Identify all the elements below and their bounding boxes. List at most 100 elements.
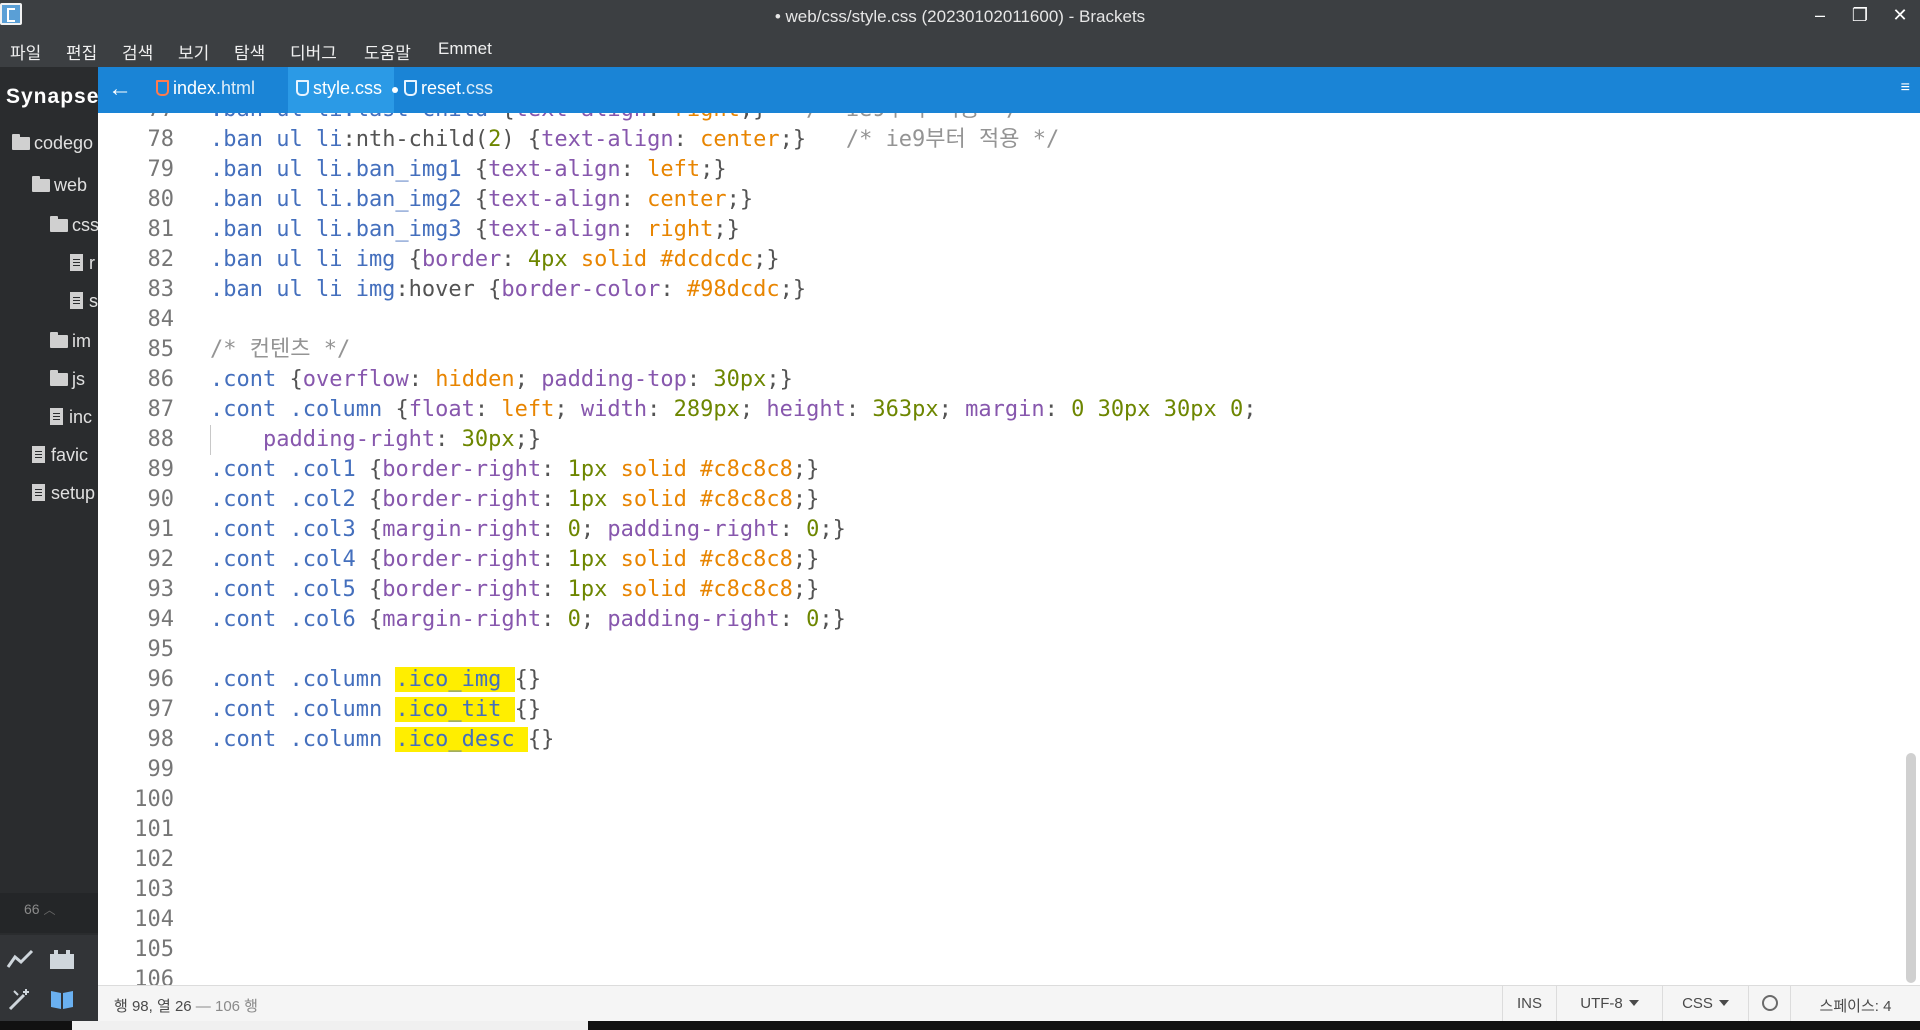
code-line[interactable]: 95 xyxy=(98,635,1888,665)
code-line[interactable]: 102 xyxy=(98,845,1888,875)
tree-file-setup[interactable]: setup xyxy=(32,483,95,504)
code-line[interactable]: 86 .cont {overflow: hidden; padding-top: … xyxy=(98,365,1888,395)
line-number: 103 xyxy=(134,877,174,902)
menu-file[interactable]: 파일 xyxy=(10,39,41,64)
code-line[interactable]: 82 .ban ul li img {border: 4px solid #dcd… xyxy=(98,245,1888,275)
indent-setting[interactable]: 스페이스: 4 xyxy=(1790,986,1920,1022)
code-line[interactable]: 77 .ban ul li:last-child {text-align: rig… xyxy=(98,113,1888,125)
back-arrow-icon[interactable]: ← xyxy=(108,75,132,103)
line-number: 83 xyxy=(147,277,175,302)
restore-button[interactable]: ❐ xyxy=(1842,2,1878,30)
code-line[interactable]: 96 .cont .column .ico_img {} xyxy=(98,665,1888,695)
vertical-scrollbar[interactable] xyxy=(1906,753,1916,983)
menu-view[interactable]: 보기 xyxy=(178,39,209,64)
tree-folder-web[interactable]: web xyxy=(32,175,87,196)
code-token: : xyxy=(686,367,714,392)
code-token: border-right xyxy=(382,547,542,572)
tree-file-favicon[interactable]: favic xyxy=(32,445,88,466)
live-preview-chart-icon[interactable] xyxy=(6,947,34,971)
code-line[interactable]: 80 .ban ul li.ban_img2 {text-align: cente… xyxy=(98,185,1888,215)
encoding-select[interactable]: UTF-8 xyxy=(1556,986,1662,1022)
code-line[interactable]: 79 .ban ul li.ban_img1 {text-align: left;… xyxy=(98,155,1888,185)
code-token: { xyxy=(289,367,303,392)
tree-folder-codego[interactable]: codego xyxy=(12,133,93,154)
code-token: left xyxy=(501,397,555,422)
menu-emmet[interactable]: Emmet xyxy=(438,39,492,59)
tab-menu-icon[interactable]: ≡ xyxy=(1901,79,1910,97)
code-line[interactable]: 98 .cont .column .ico_desc {} xyxy=(98,725,1888,755)
code-line[interactable]: 104 xyxy=(98,905,1888,935)
code-line[interactable]: 106 xyxy=(98,965,1888,985)
search-highlight: .ico_tit xyxy=(395,697,515,722)
extension-manager-icon[interactable] xyxy=(48,947,76,971)
code-token: border-right xyxy=(382,487,542,512)
code-line[interactable]: 99 xyxy=(98,755,1888,785)
code-line[interactable]: 83 .ban ul li img:hover {border-color: #9… xyxy=(98,275,1888,305)
code-token: ; xyxy=(1243,397,1257,422)
code-token: ; xyxy=(580,517,608,542)
tab-index-html[interactable]: index.html xyxy=(150,67,286,113)
code-token: : xyxy=(501,247,528,272)
tree-file-reset[interactable]: r xyxy=(70,253,95,274)
code-line[interactable]: 84 xyxy=(98,305,1888,335)
insert-mode-toggle[interactable]: INS xyxy=(1502,986,1556,1022)
code-line[interactable]: 100 xyxy=(98,785,1888,815)
code-line[interactable]: 94 .cont .col6 {margin-right: 0; padding-… xyxy=(98,605,1888,635)
menu-search[interactable]: 검색 xyxy=(122,39,153,64)
cursor-position[interactable]: 행 98, 열 26 — 106 행 xyxy=(114,995,258,1016)
tab-style-css[interactable]: style.css xyxy=(288,67,399,113)
menu-help[interactable]: 도움말 xyxy=(364,39,411,64)
code-line[interactable]: 89 .cont .col1 {border-right: 1px solid #… xyxy=(98,455,1888,485)
code-token: : xyxy=(660,277,687,302)
code-line[interactable]: 92 .cont .col4 {border-right: 1px solid #… xyxy=(98,545,1888,575)
code-line[interactable]: 78 .ban ul li:nth-child(2) {text-align: c… xyxy=(98,125,1888,155)
code-line[interactable]: 103 xyxy=(98,875,1888,905)
code-line[interactable]: 87 .cont .column {float: left; width: 289… xyxy=(98,395,1888,425)
code-token: ;} xyxy=(726,187,754,212)
code-line[interactable]: 91 .cont .col3 {margin-right: 0; padding-… xyxy=(98,515,1888,545)
code-line[interactable]: 85 /* 컨텐츠 */ xyxy=(98,335,1888,365)
minimize-button[interactable]: – xyxy=(1802,2,1838,30)
project-title[interactable]: Synapse xyxy=(6,85,98,109)
window-title: • web/css/style.css (20230102011600) - B… xyxy=(774,7,1146,26)
tree-file-index[interactable]: inc xyxy=(50,407,92,428)
code-token: ;} xyxy=(514,427,542,452)
tree-folder-images[interactable]: im xyxy=(50,331,91,352)
menu-edit[interactable]: 편집 xyxy=(66,39,97,64)
magic-wand-icon[interactable] xyxy=(6,987,34,1011)
code-token: border-right xyxy=(382,457,542,482)
code-line[interactable]: 93 .cont .col5 {border-right: 1px solid #… xyxy=(98,575,1888,605)
code-line[interactable]: 90 .cont .col2 {border-right: 1px solid #… xyxy=(98,485,1888,515)
close-button[interactable]: ✕ xyxy=(1882,2,1918,30)
menu-debug[interactable]: 디버그 xyxy=(290,39,337,64)
book-icon[interactable] xyxy=(48,987,76,1011)
code-line[interactable]: 101 xyxy=(98,815,1888,845)
tree-label: s xyxy=(89,291,98,311)
code-line[interactable]: 81 .ban ul li.ban_img3 {text-align: right… xyxy=(98,215,1888,245)
code-token: border xyxy=(421,247,502,272)
line-number: 86 xyxy=(147,367,175,392)
code-text: .ban ul li img:hover {border-color: #98d… xyxy=(210,275,806,305)
extension-count[interactable]: 66 ︿ xyxy=(24,901,55,918)
code-line[interactable]: 88 padding-right: 30px;} xyxy=(98,425,1888,455)
tree-folder-css[interactable]: css xyxy=(50,215,98,236)
tab-bar: ← index.html style.css reset.css ≡ xyxy=(98,67,1920,113)
code-text: .ban ul li:nth-child(2) {text-align: cen… xyxy=(210,125,1059,155)
lint-status[interactable] xyxy=(1748,986,1790,1022)
tab-reset-css[interactable]: reset.css xyxy=(398,67,508,113)
code-token: #c8c8c8 xyxy=(700,487,793,512)
menu-navigate[interactable]: 탐색 xyxy=(234,39,265,64)
code-editor[interactable]: 77.ban ul li:last-child {text-align: rig… xyxy=(98,113,1920,985)
tree-folder-js[interactable]: js xyxy=(50,369,85,390)
code-line[interactable]: 105 xyxy=(98,935,1888,965)
line-number: 90 xyxy=(147,487,175,512)
code-token: overflow xyxy=(302,367,409,392)
code-line[interactable]: 97 .cont .column .ico_tit {} xyxy=(98,695,1888,725)
code-token: 0 xyxy=(567,517,581,542)
language-select[interactable]: CSS xyxy=(1662,986,1748,1022)
tree-file-style[interactable]: s xyxy=(70,291,98,312)
